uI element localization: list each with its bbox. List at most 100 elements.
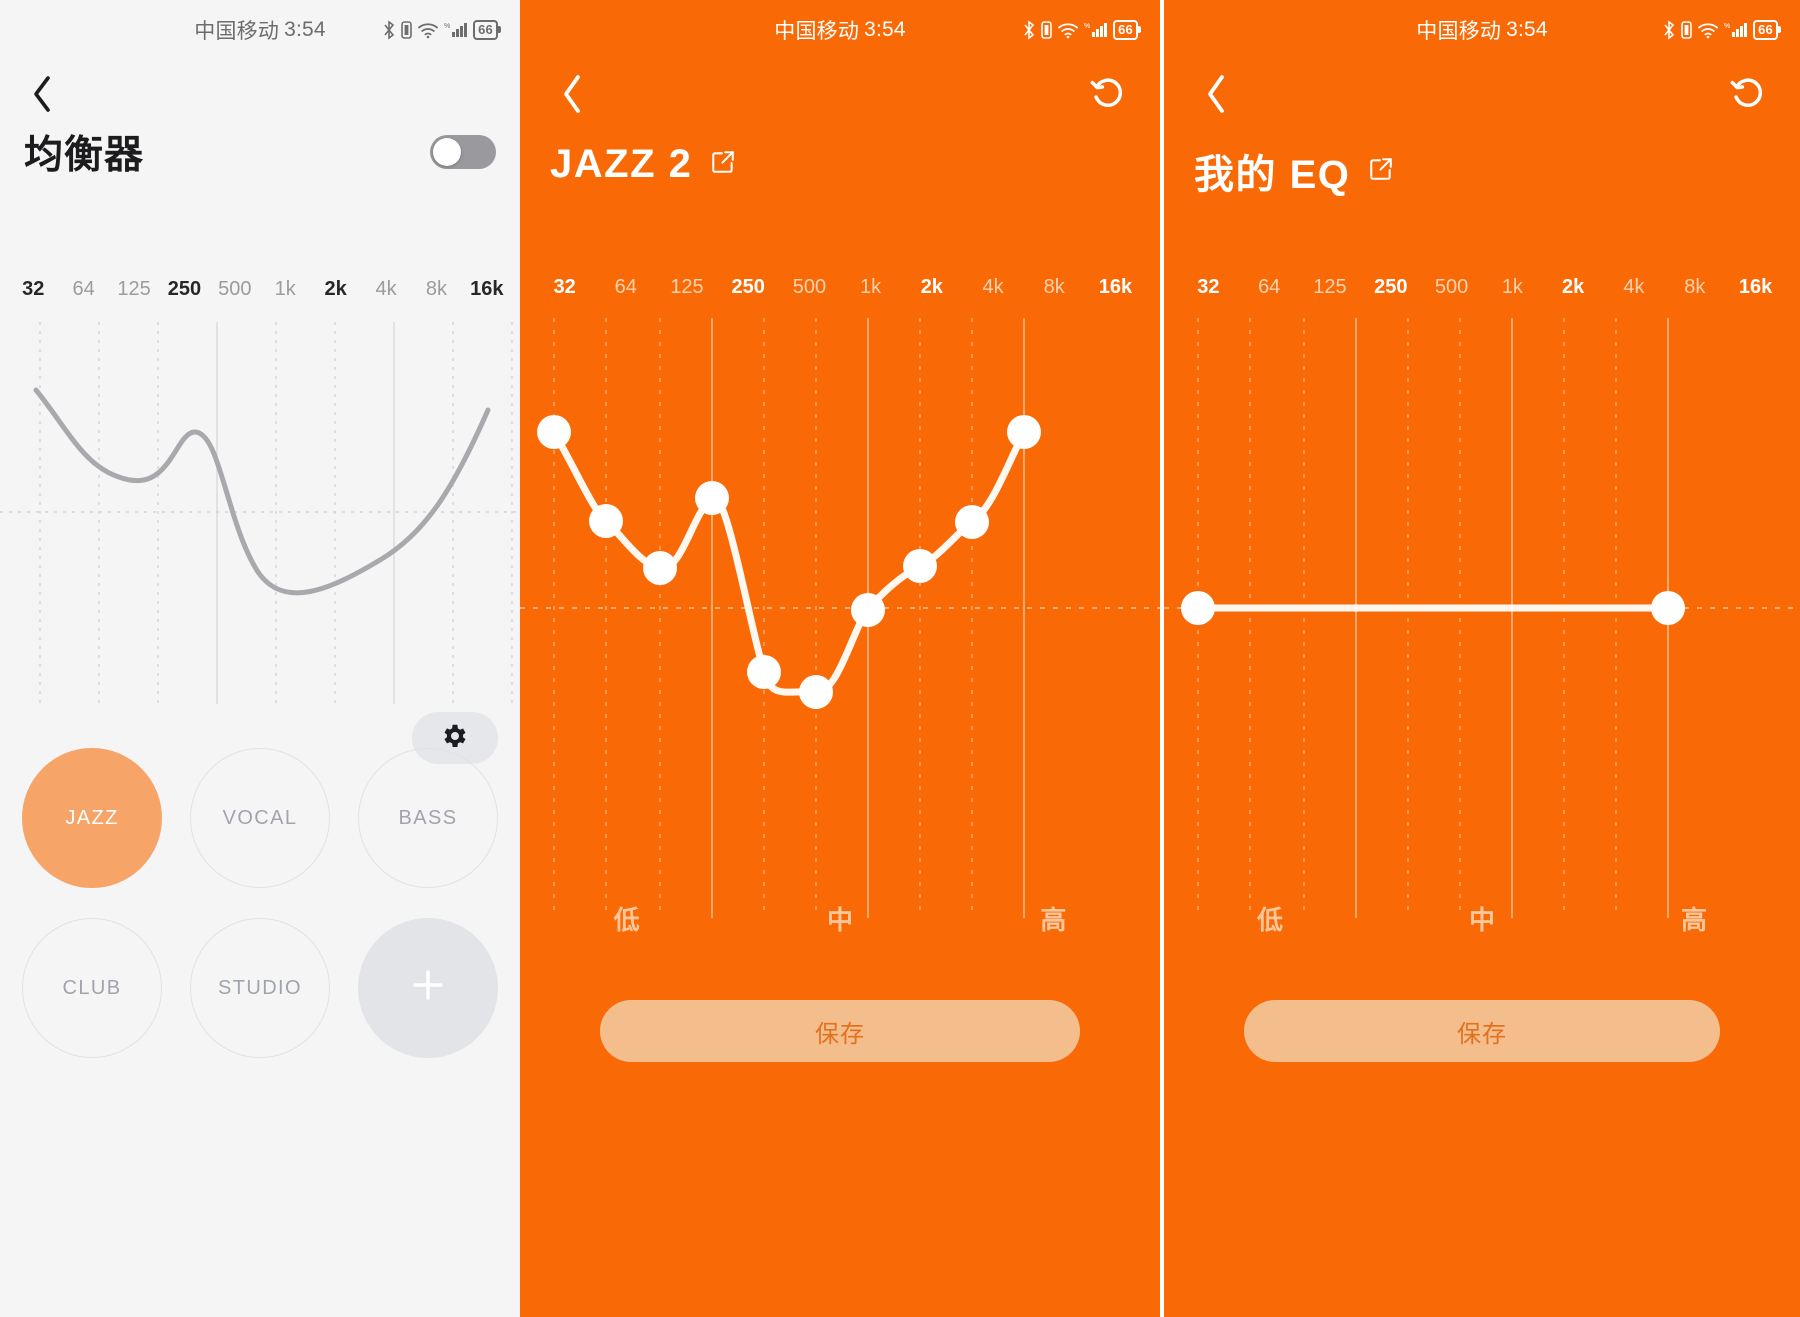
plus-icon	[405, 962, 451, 1014]
freq-label: 1k	[860, 276, 882, 298]
freq-label: 500	[792, 276, 827, 298]
device-battery-icon	[1681, 20, 1692, 40]
freq-label: 64	[614, 276, 637, 298]
preset-label: BASS	[398, 806, 458, 829]
freq-label: 32	[1197, 276, 1220, 298]
back-button[interactable]	[1192, 70, 1240, 118]
reset-button[interactable]	[1084, 70, 1132, 118]
zone-high-label: 高	[1040, 905, 1067, 935]
save-button-label: 保存	[815, 1020, 865, 1048]
clock-label: 3:54	[1506, 18, 1548, 41]
zone-labels-2: 低 中 高	[520, 900, 1160, 937]
freq-label: 125	[670, 276, 704, 298]
preset-jazz[interactable]: JAZZ	[22, 748, 162, 888]
freq-label: 2k	[1562, 276, 1585, 298]
equalizer-toggle[interactable]	[430, 135, 496, 169]
preset-label: VOCAL	[222, 806, 298, 829]
status-bar-1: 中国移动 3:54 % 66	[0, 0, 520, 60]
freq-label: 64	[1258, 276, 1281, 298]
toggle-knob	[433, 138, 461, 166]
clock-label: 3:54	[284, 18, 326, 41]
freq-label: 32	[22, 278, 45, 300]
svg-text:%: %	[1724, 23, 1730, 30]
zone-labels-3: 低 中 高	[1164, 900, 1800, 937]
frequency-axis-2: 32 64 125 250 500 1k 2k 4k 8k 16k	[534, 276, 1146, 299]
wifi-icon	[1697, 21, 1719, 39]
preset-row-1: JAZZ VOCAL BASS	[22, 748, 498, 888]
freq-label: 4k	[982, 276, 1004, 298]
rename-preset-button[interactable]	[1368, 156, 1394, 187]
preset-title-row: 我的 EQ	[1194, 142, 1394, 200]
zone-low-label: 低	[1256, 905, 1283, 935]
signal-icon: %	[444, 21, 468, 39]
reset-icon	[1088, 72, 1128, 117]
battery-icon: 66	[1753, 20, 1781, 40]
freq-label: 1k	[274, 278, 296, 300]
reset-icon	[1728, 72, 1768, 117]
back-button[interactable]	[20, 72, 64, 116]
clock-label: 3:54	[864, 18, 906, 41]
preset-row-2: CLUB STUDIO	[22, 918, 498, 1058]
eq-band-handles	[537, 415, 1041, 709]
preset-vocal[interactable]: VOCAL	[190, 748, 330, 888]
freq-label: 250	[167, 278, 202, 300]
zone-mid-label: 中	[1468, 905, 1495, 935]
status-bar-2: 中国移动 3:54 % 66	[520, 0, 1160, 60]
equalizer-preview-chart[interactable]	[0, 322, 520, 704]
zone-high-label: 高	[1680, 905, 1707, 935]
panel-equalizer: 中国移动 3:54 % 66 均衡器 32 64 125 250 500 1k …	[0, 0, 520, 1317]
status-bar-icons: % 66	[382, 20, 501, 40]
page-title: 均衡器	[24, 134, 145, 177]
preset-title-row: JAZZ 2	[550, 142, 736, 187]
signal-icon: %	[1724, 21, 1748, 39]
page-title: JAZZ 2	[550, 142, 693, 186]
zone-low-label: 低	[613, 905, 640, 935]
svg-text:%: %	[1084, 23, 1090, 30]
frequency-axis-1: 32 64 125 250 500 1k 2k 4k 8k 16k	[8, 278, 512, 301]
bluetooth-icon	[1022, 20, 1036, 40]
freq-label: 8k	[1684, 276, 1706, 298]
save-button[interactable]: 保存	[1244, 1000, 1720, 1062]
back-button[interactable]	[548, 70, 596, 118]
save-button[interactable]: 保存	[600, 1000, 1080, 1062]
jazz2-eq-chart[interactable]	[520, 318, 1160, 918]
edit-icon	[1368, 156, 1394, 187]
bluetooth-icon	[382, 20, 396, 40]
edit-icon	[710, 149, 736, 180]
preset-label: JAZZ	[65, 806, 119, 829]
bluetooth-icon	[1662, 20, 1676, 40]
freq-label: 8k	[1043, 276, 1065, 298]
freq-label: 4k	[375, 278, 397, 300]
device-battery-icon	[401, 20, 412, 40]
save-button-label: 保存	[1457, 1020, 1507, 1048]
svg-text:%: %	[444, 23, 450, 30]
freq-label: 500	[218, 278, 252, 300]
freq-label: 250	[1374, 276, 1408, 298]
page-title: 我的 EQ	[1194, 153, 1351, 197]
freq-label: 32	[553, 276, 576, 298]
zone-mid-label: 中	[826, 905, 853, 935]
freq-label: 500	[1434, 276, 1469, 298]
freq-label: 8k	[425, 278, 448, 300]
freq-label: 2k	[920, 276, 943, 298]
preset-bass[interactable]: BASS	[358, 748, 498, 888]
status-bar-3: 中国移动 3:54 % 66	[1164, 0, 1800, 60]
freq-label: 4k	[1623, 276, 1645, 298]
reset-button[interactable]	[1724, 70, 1772, 118]
my-eq-chart[interactable]	[1164, 318, 1800, 918]
preset-club[interactable]: CLUB	[22, 918, 162, 1058]
panel-jazz2: 中国移动 3:54 % 66 JAZZ 2 32 64 125 250 500 …	[520, 0, 1160, 1317]
preset-label: CLUB	[62, 976, 122, 999]
freq-label: 1k	[1501, 276, 1523, 298]
panel-my-eq: 中国移动 3:54 % 66 我的 EQ 32 64 125 250 500 1…	[1160, 0, 1800, 1317]
rename-preset-button[interactable]	[710, 149, 736, 180]
screenshot-root: 中国移动 3:54 % 66 均衡器 32 64 125 250 500 1k …	[0, 0, 1800, 1317]
status-bar-icons: % 66	[1022, 20, 1141, 40]
carrier-label: 中国移动	[774, 20, 860, 43]
preset-studio[interactable]: STUDIO	[190, 918, 330, 1058]
add-preset-button[interactable]	[358, 918, 498, 1058]
freq-label: 16k	[1098, 276, 1133, 298]
freq-label: 2k	[324, 278, 347, 300]
freq-label: 16k	[470, 278, 504, 300]
carrier-label: 中国移动	[194, 20, 280, 43]
